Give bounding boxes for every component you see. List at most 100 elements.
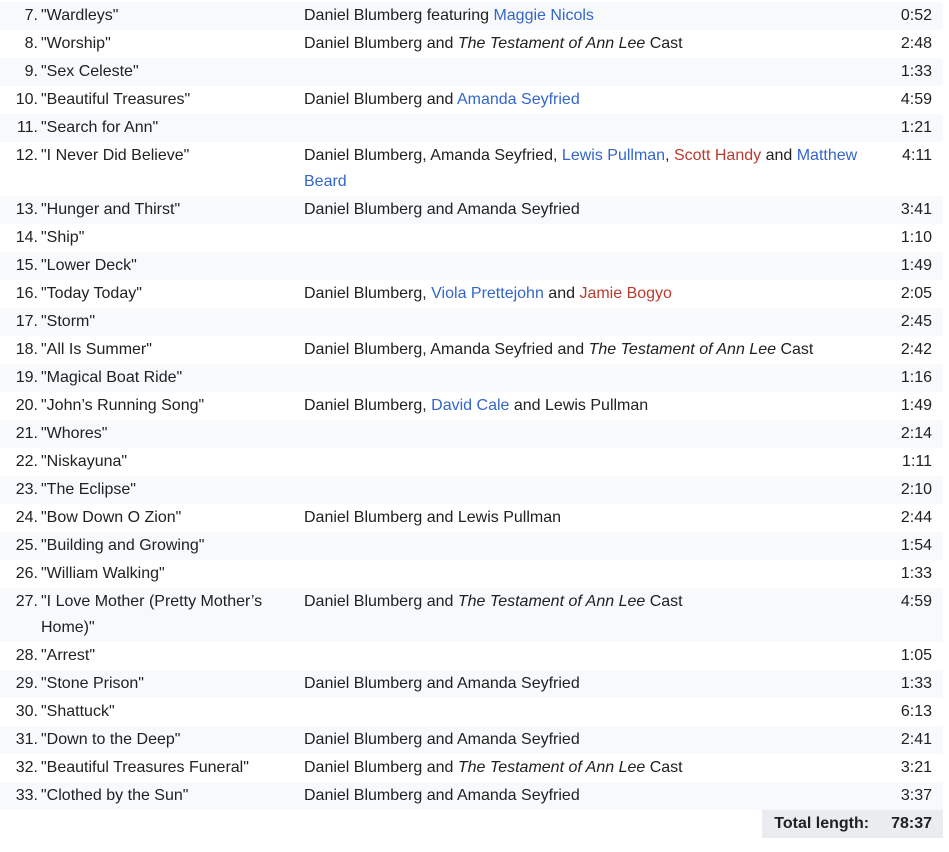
track-title: "Beautiful Treasures Funeral" [41, 759, 249, 776]
track-row: 26. "William Walking" 1:33 [0, 560, 943, 588]
artist-link[interactable]: David Cale [431, 397, 509, 414]
track-length: 2:14 [894, 420, 943, 448]
track-row: 11. "Search for Ann" 1:21 [0, 114, 943, 142]
track-number: 21. [0, 420, 41, 448]
track-number: 13. [0, 196, 41, 224]
track-number: 8. [24, 35, 38, 52]
track-row: 8. "Worship" Daniel Blumberg and The Testa… [0, 30, 943, 58]
track-length: 2:41 [894, 726, 943, 754]
total-length-box: Total length: 78:37 [762, 810, 943, 838]
track-number: 23. [0, 476, 41, 504]
track-credits [304, 476, 894, 504]
track-number: 24. [15, 509, 38, 526]
track-number: 11. [0, 114, 41, 142]
track-number: 16. [15, 285, 38, 302]
track-row: 33. "Clothed by the Sun" Daniel Blumberg a… [0, 782, 943, 810]
track-length: 2:45 [894, 308, 943, 336]
track-credits [304, 364, 894, 392]
track-row: 18. "All Is Summer" Daniel Blumberg, Amand… [0, 336, 943, 364]
track-number: 31. [0, 726, 41, 754]
track-title: "Ship" [41, 229, 85, 246]
credit-text: and [761, 147, 797, 164]
track-length: 1:33 [900, 565, 932, 582]
track-length: 2:05 [900, 285, 932, 302]
track-row: 16. "Today Today" Daniel Blumberg, Viola P… [0, 280, 943, 308]
track-title: "Down to the Deep" [41, 726, 304, 754]
track-title: "I Never Did Believe" [41, 147, 190, 164]
artist-link[interactable]: Lewis Pullman [562, 147, 665, 164]
track-length: 1:21 [894, 114, 943, 142]
credit-italic-text: The Testament of Ann Lee [588, 341, 776, 358]
track-length: 4:59 [900, 91, 932, 108]
track-length: 4:11 [902, 147, 932, 164]
artist-redlink[interactable]: Scott Handy [674, 147, 761, 164]
track-credits [304, 642, 894, 670]
track-number: 18. [15, 341, 38, 358]
track-row: 7. "Wardleys" Daniel Blumberg featuring Ma… [0, 2, 943, 30]
credit-italic-text: The Testament of Ann Lee [457, 593, 646, 610]
track-credits [304, 698, 894, 726]
tracklist-body: 7. "Wardleys" Daniel Blumberg featuring Ma… [0, 2, 943, 810]
track-number: 22. [15, 453, 38, 470]
track-row: 21. "Whores" 2:14 [0, 420, 943, 448]
total-length-value: 78:37 [891, 815, 932, 832]
track-credits [304, 560, 894, 588]
track-row: 14. "Ship" 1:10 [0, 224, 943, 252]
track-credits: Daniel Blumberg and The Testament of Ann… [304, 30, 894, 58]
credit-text: Daniel Blumberg and [304, 593, 458, 610]
track-length: 2:10 [894, 476, 943, 504]
track-credits [304, 252, 894, 280]
track-row: 20. "John’s Running Song" Daniel Blumberg,… [0, 392, 943, 420]
track-row: 30. "Shattuck" 6:13 [0, 698, 943, 726]
track-length: 1:54 [894, 532, 943, 560]
track-row: 32. "Beautiful Treasures Funeral" Daniel B… [0, 754, 943, 782]
artist-redlink[interactable]: Jamie Bogyo [579, 285, 672, 302]
track-credits: Daniel Blumberg and Amanda Seyfried [304, 86, 894, 114]
track-credits: Daniel Blumberg and Amanda Seyfried [304, 782, 894, 810]
credit-text: Daniel Blumberg and [304, 759, 458, 776]
track-length: 2:42 [900, 341, 932, 358]
track-credits: Daniel Blumberg, Viola Prettejohn and Ja… [304, 280, 894, 308]
artist-link[interactable]: Amanda Seyfried [457, 91, 580, 108]
track-number: 25. [0, 532, 41, 560]
track-title: "Beautiful Treasures" [41, 91, 191, 108]
track-number: 15. [0, 252, 41, 280]
track-length: 6:13 [900, 703, 932, 720]
track-number: 9. [0, 58, 41, 86]
artist-link[interactable]: Maggie Nicols [493, 7, 593, 24]
credit-text: Daniel Blumberg and [304, 35, 458, 52]
track-row: 29. "Stone Prison" Daniel Blumberg and Ama… [0, 670, 943, 698]
track-row: 17. "Storm" 2:45 [0, 308, 943, 336]
track-title: "John’s Running Song" [41, 397, 205, 414]
credit-italic-text: The Testament of Ann Lee [457, 35, 646, 52]
track-row: 23. "The Eclipse" 2:10 [0, 476, 943, 504]
credit-text: , [665, 147, 674, 164]
credit-text: Daniel Blumberg and Lewis Pullman [304, 509, 562, 526]
credit-text: Cast [776, 341, 814, 358]
track-title: "All Is Summer" [41, 341, 152, 358]
track-row: 22. "Niskayuna" 1:11 [0, 448, 943, 476]
track-length: 4:59 [894, 588, 943, 642]
track-row: 12. "I Never Did Believe" Daniel Blumberg,… [0, 142, 943, 196]
track-length: 2:44 [900, 509, 932, 526]
track-number: 17. [0, 308, 41, 336]
track-credits [304, 308, 894, 336]
total-length-row: Total length: 78:37 [0, 810, 943, 838]
track-title: "Wardleys" [41, 2, 304, 30]
track-title: "Hunger and Thirst" [41, 196, 304, 224]
track-credits: Daniel Blumberg and Amanda Seyfried [304, 670, 894, 698]
track-number: 29. [0, 670, 41, 698]
track-number: 10. [15, 91, 38, 108]
track-row: 10. "Beautiful Treasures" Daniel Blumberg … [0, 86, 943, 114]
track-row: 28. "Arrest" 1:05 [0, 642, 943, 670]
track-length: 1:49 [900, 397, 932, 414]
track-title: "I Love Mother (Pretty Mother’s Home)" [41, 588, 304, 642]
track-length: 2:48 [900, 35, 932, 52]
credit-text: Cast [645, 35, 683, 52]
artist-link[interactable]: Viola Prettejohn [431, 285, 544, 302]
track-length: 1:11 [902, 453, 932, 470]
credit-text: Daniel Blumberg and Amanda Seyfried [304, 675, 580, 692]
track-row: 24. "Bow Down O Zion" Daniel Blumberg and … [0, 504, 943, 532]
track-number: 20. [15, 397, 38, 414]
track-title: "Stone Prison" [41, 670, 304, 698]
